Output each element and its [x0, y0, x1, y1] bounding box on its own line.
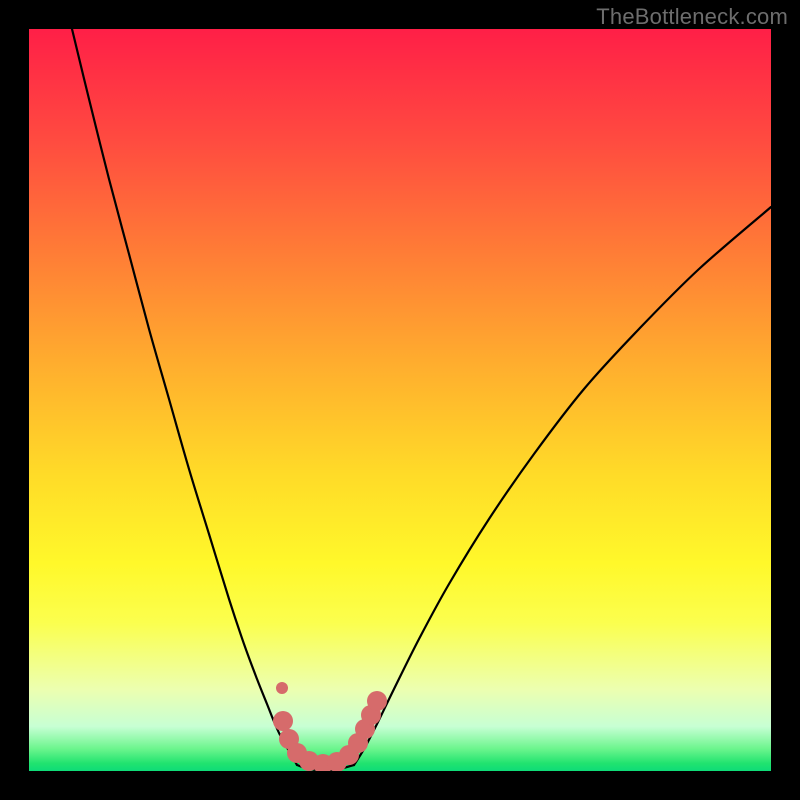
curve-right-curve — [354, 207, 771, 765]
watermark-text: TheBottleneck.com — [596, 4, 788, 30]
curve-left-curve — [72, 29, 297, 765]
blob-left — [273, 711, 293, 731]
blob-right-5 — [367, 691, 387, 711]
chart-area — [29, 29, 771, 771]
dot-marker — [276, 682, 288, 694]
bottleneck-curve-chart — [29, 29, 771, 771]
